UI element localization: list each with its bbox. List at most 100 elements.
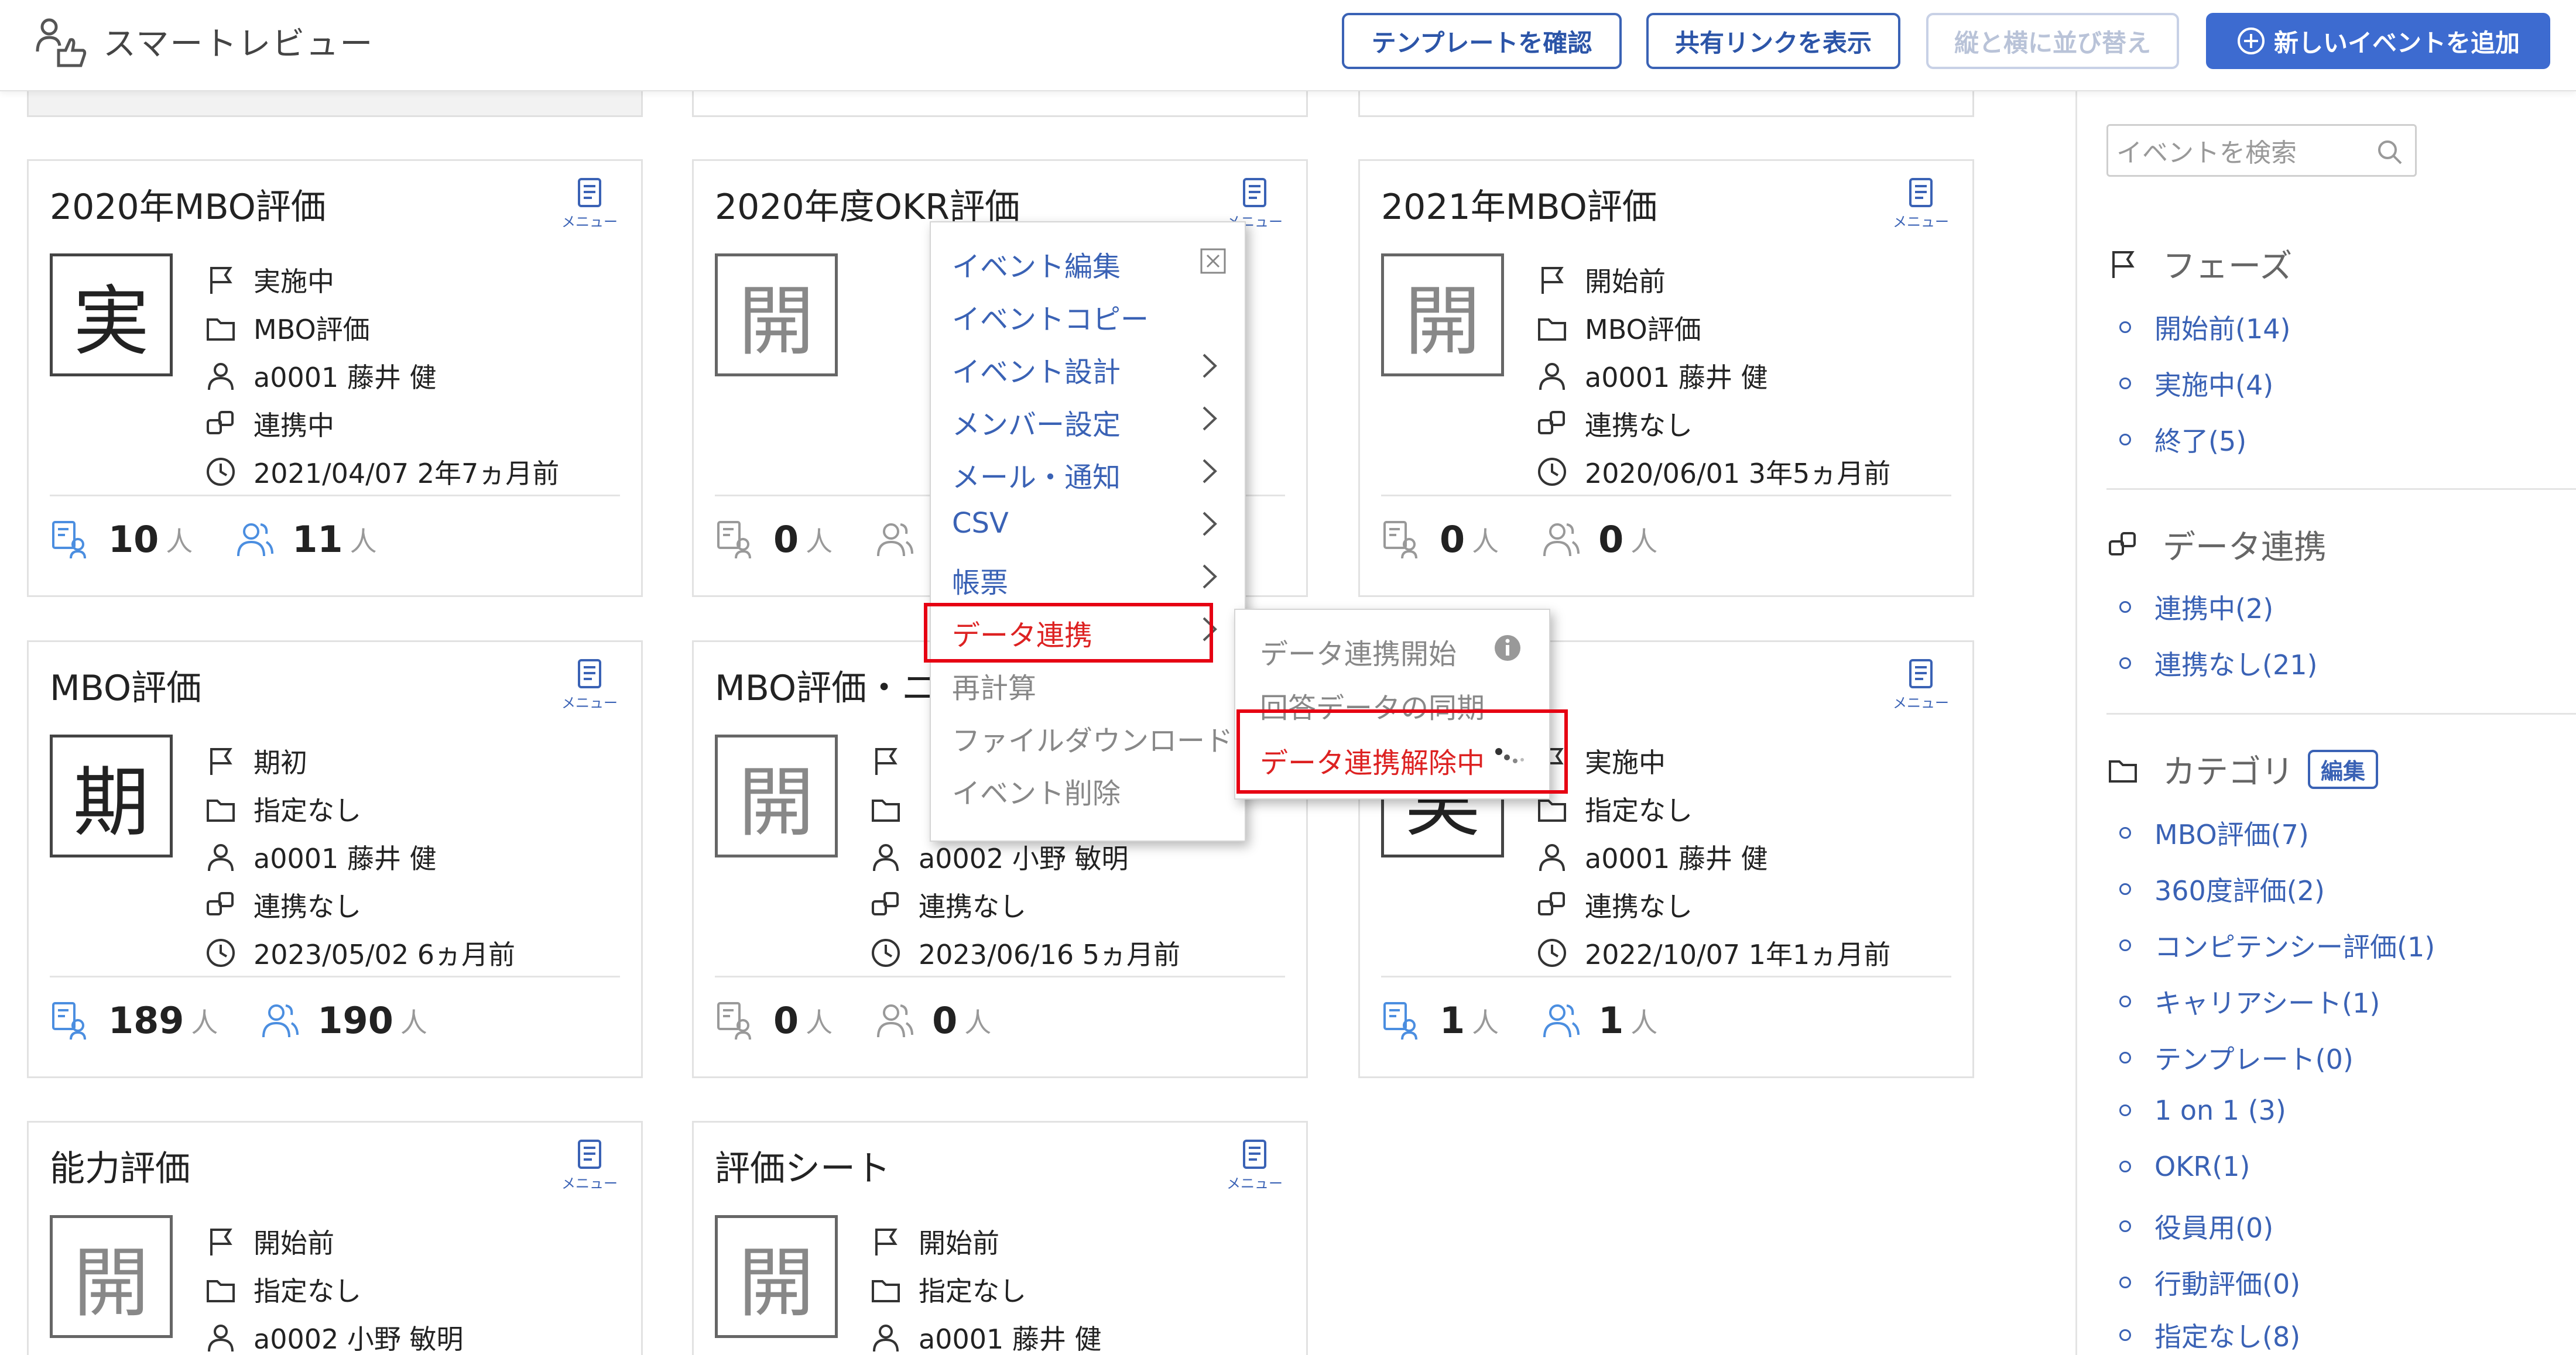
date-row: 2023/05/02 6ヵ月前 bbox=[204, 929, 515, 977]
date-text: 2022/10/07 1年1ヵ月前 bbox=[1585, 939, 1891, 970]
date-row: 2022/10/07 1年1ヵ月前 bbox=[1536, 929, 1890, 977]
reviewee-count[interactable]: 1人 bbox=[1381, 999, 1499, 1042]
filter-category[interactable]: 360度評価(2) bbox=[2119, 870, 2325, 908]
menu-edit-event[interactable]: イベント編集 bbox=[952, 243, 1121, 284]
edit-category-button[interactable]: 編集 bbox=[2308, 750, 2379, 789]
document-menu-icon bbox=[1243, 178, 1266, 207]
menu-label: メニュー bbox=[561, 214, 618, 230]
member-count[interactable]: 11 人 bbox=[234, 518, 377, 561]
phase-box: 開 bbox=[1381, 253, 1504, 376]
unit: 人 bbox=[806, 525, 833, 557]
view-template-button[interactable]: テンプレートを確認 bbox=[1342, 13, 1622, 69]
menu-csv[interactable]: CSV bbox=[952, 507, 1009, 540]
filter-phase-active[interactable]: 実施中(4) bbox=[2119, 364, 2273, 403]
menu-event-design[interactable]: イベント設計 bbox=[952, 349, 1121, 390]
info-icon[interactable] bbox=[1493, 633, 1522, 663]
unit: 人 bbox=[964, 1006, 992, 1038]
sort-layout-button[interactable]: 縦と横に並び替え bbox=[1926, 13, 2179, 69]
card-menu-button[interactable]: メニュー bbox=[1886, 174, 1956, 232]
folder-icon bbox=[207, 800, 235, 822]
phase-row: 実施中 bbox=[204, 256, 559, 304]
menu-copy-event[interactable]: イベントコピー bbox=[952, 296, 1149, 337]
search-icon[interactable] bbox=[2375, 138, 2404, 167]
unit: 人 bbox=[806, 1006, 833, 1038]
owner-row: a0001 藤井 健 bbox=[204, 352, 559, 400]
category-row: 指定なし bbox=[204, 1265, 464, 1313]
phase-section-label: フェーズ bbox=[2163, 248, 2293, 286]
reviewee-count[interactable]: 0人 bbox=[715, 999, 833, 1042]
reviewee-num: 1 bbox=[1440, 999, 1465, 1042]
phase-box: 期 bbox=[50, 735, 173, 857]
menu-forms[interactable]: 帳票 bbox=[952, 560, 1008, 601]
member-count[interactable] bbox=[873, 519, 932, 561]
date-row: 2023/06/16 5ヵ月前 bbox=[869, 929, 1180, 977]
owner-text: a0001 藤井 健 bbox=[254, 843, 437, 874]
date-text: 2021/04/07 2年7ヵ月前 bbox=[254, 458, 560, 489]
filter-category[interactable]: 行動評価(0) bbox=[2119, 1263, 2300, 1302]
member-count[interactable]: 190 人 bbox=[259, 999, 427, 1042]
category-text: MBO評価 bbox=[1585, 314, 1701, 345]
reviewee-count[interactable]: 0人 bbox=[1381, 518, 1499, 561]
link-text: 連携なし bbox=[1585, 891, 1693, 922]
menu-delete-event[interactable]: イベント削除 bbox=[952, 770, 1121, 811]
add-event-button[interactable]: 新しいイベントを追加 bbox=[2206, 13, 2550, 69]
member-count[interactable]: 0人 bbox=[1540, 518, 1657, 561]
owner-text: a0002 小野 敏明 bbox=[919, 843, 1129, 874]
owner-text: a0001 藤井 健 bbox=[1585, 362, 1768, 393]
event-card[interactable]: 2021年MBO評価 メニュー 開 開始前 MBO評価 a0001 藤井 健 連… bbox=[1358, 159, 1974, 597]
link-row: 連携中 bbox=[204, 400, 559, 448]
menu-mail-notification[interactable]: メール・通知 bbox=[952, 454, 1121, 495]
flag-icon bbox=[210, 1227, 231, 1257]
date-row: 2021/04/07 2年7ヵ月前 bbox=[204, 448, 559, 496]
event-search-input[interactable]: イベントを検索 bbox=[2106, 124, 2417, 177]
filter-category[interactable]: 指定なし(8) bbox=[2119, 1316, 2300, 1354]
reviewer-icon bbox=[1383, 1001, 1417, 1041]
card-menu-button[interactable]: メニュー bbox=[554, 174, 625, 232]
filter-category[interactable]: OKR(1) bbox=[2119, 1151, 2250, 1182]
filter-category[interactable]: キャリアシート(1) bbox=[2119, 982, 2380, 1021]
event-card[interactable]: 2020年MBO評価 メニュー 実 実施中 MBO評価 a0001 藤井 健 連… bbox=[27, 159, 643, 597]
menu-member-settings[interactable]: メンバー設定 bbox=[952, 402, 1121, 442]
member-count[interactable]: 0人 bbox=[873, 999, 991, 1042]
date-text: 2020/06/01 3年5ヵ月前 bbox=[1585, 458, 1891, 489]
submenu-start-link[interactable]: データ連携開始 bbox=[1260, 631, 1457, 672]
reviewee-count[interactable]: 189 人 bbox=[50, 999, 218, 1042]
unit: 人 bbox=[350, 525, 377, 557]
folder-icon bbox=[207, 318, 235, 341]
menu-label: メニュー bbox=[1893, 695, 1949, 711]
group-icon bbox=[1543, 1004, 1580, 1038]
filter-not-linked[interactable]: 連携なし(21) bbox=[2119, 644, 2317, 682]
category-section-label: カテゴリ bbox=[2163, 753, 2294, 791]
close-icon[interactable] bbox=[1199, 247, 1227, 275]
filter-category[interactable]: コンピテンシー評価(1) bbox=[2119, 926, 2435, 965]
category-row: MBO評価 bbox=[1536, 304, 1890, 352]
menu-file-download[interactable]: ファイルダウンロード bbox=[952, 718, 1233, 759]
folder-icon bbox=[872, 1280, 900, 1302]
card-menu-button[interactable]: メニュー bbox=[1220, 1136, 1290, 1194]
reviewee-count[interactable]: 0人 bbox=[715, 518, 833, 561]
folder-icon bbox=[2109, 760, 2137, 783]
filter-category[interactable]: 1 on 1 (3) bbox=[2119, 1095, 2286, 1126]
event-card[interactable]: 評価シート メニュー 開 開始前 指定なし a0001 藤井 健 bbox=[692, 1121, 1308, 1355]
filter-category[interactable]: 役員用(0) bbox=[2119, 1207, 2273, 1246]
filter-category[interactable]: テンプレート(0) bbox=[2119, 1038, 2354, 1077]
event-card[interactable]: 能力評価 メニュー 開 開始前 指定なし a0002 小野 敏明 bbox=[27, 1121, 643, 1355]
menu-recalculate[interactable]: 再計算 bbox=[952, 665, 1036, 706]
filter-phase-before[interactable]: 開始前(14) bbox=[2119, 308, 2290, 347]
owner-text: a0001 藤井 健 bbox=[1585, 843, 1768, 874]
data-link-section-label: データ連携 bbox=[2163, 529, 2327, 567]
filter-phase-finished[interactable]: 終了(5) bbox=[2119, 420, 2246, 459]
reviewee-count[interactable]: 10 人 bbox=[50, 518, 193, 561]
share-link-button[interactable]: 共有リンクを表示 bbox=[1646, 13, 1900, 69]
filter-category[interactable]: MBO評価(7) bbox=[2119, 814, 2309, 852]
event-card[interactable]: MBO評価 メニュー 期 期初 指定なし a0001 藤井 健 連携なし 202… bbox=[27, 640, 643, 1078]
link-row: 連携なし bbox=[869, 881, 1180, 929]
member-count[interactable]: 1人 bbox=[1540, 999, 1657, 1042]
card-menu-button[interactable]: メニュー bbox=[554, 1136, 625, 1194]
group-icon bbox=[1543, 523, 1580, 557]
unit: 人 bbox=[1630, 525, 1658, 557]
filter-linked[interactable]: 連携中(2) bbox=[2119, 588, 2273, 626]
user-icon bbox=[1539, 363, 1565, 391]
card-menu-button[interactable]: メニュー bbox=[1886, 655, 1956, 713]
card-menu-button[interactable]: メニュー bbox=[554, 655, 625, 713]
